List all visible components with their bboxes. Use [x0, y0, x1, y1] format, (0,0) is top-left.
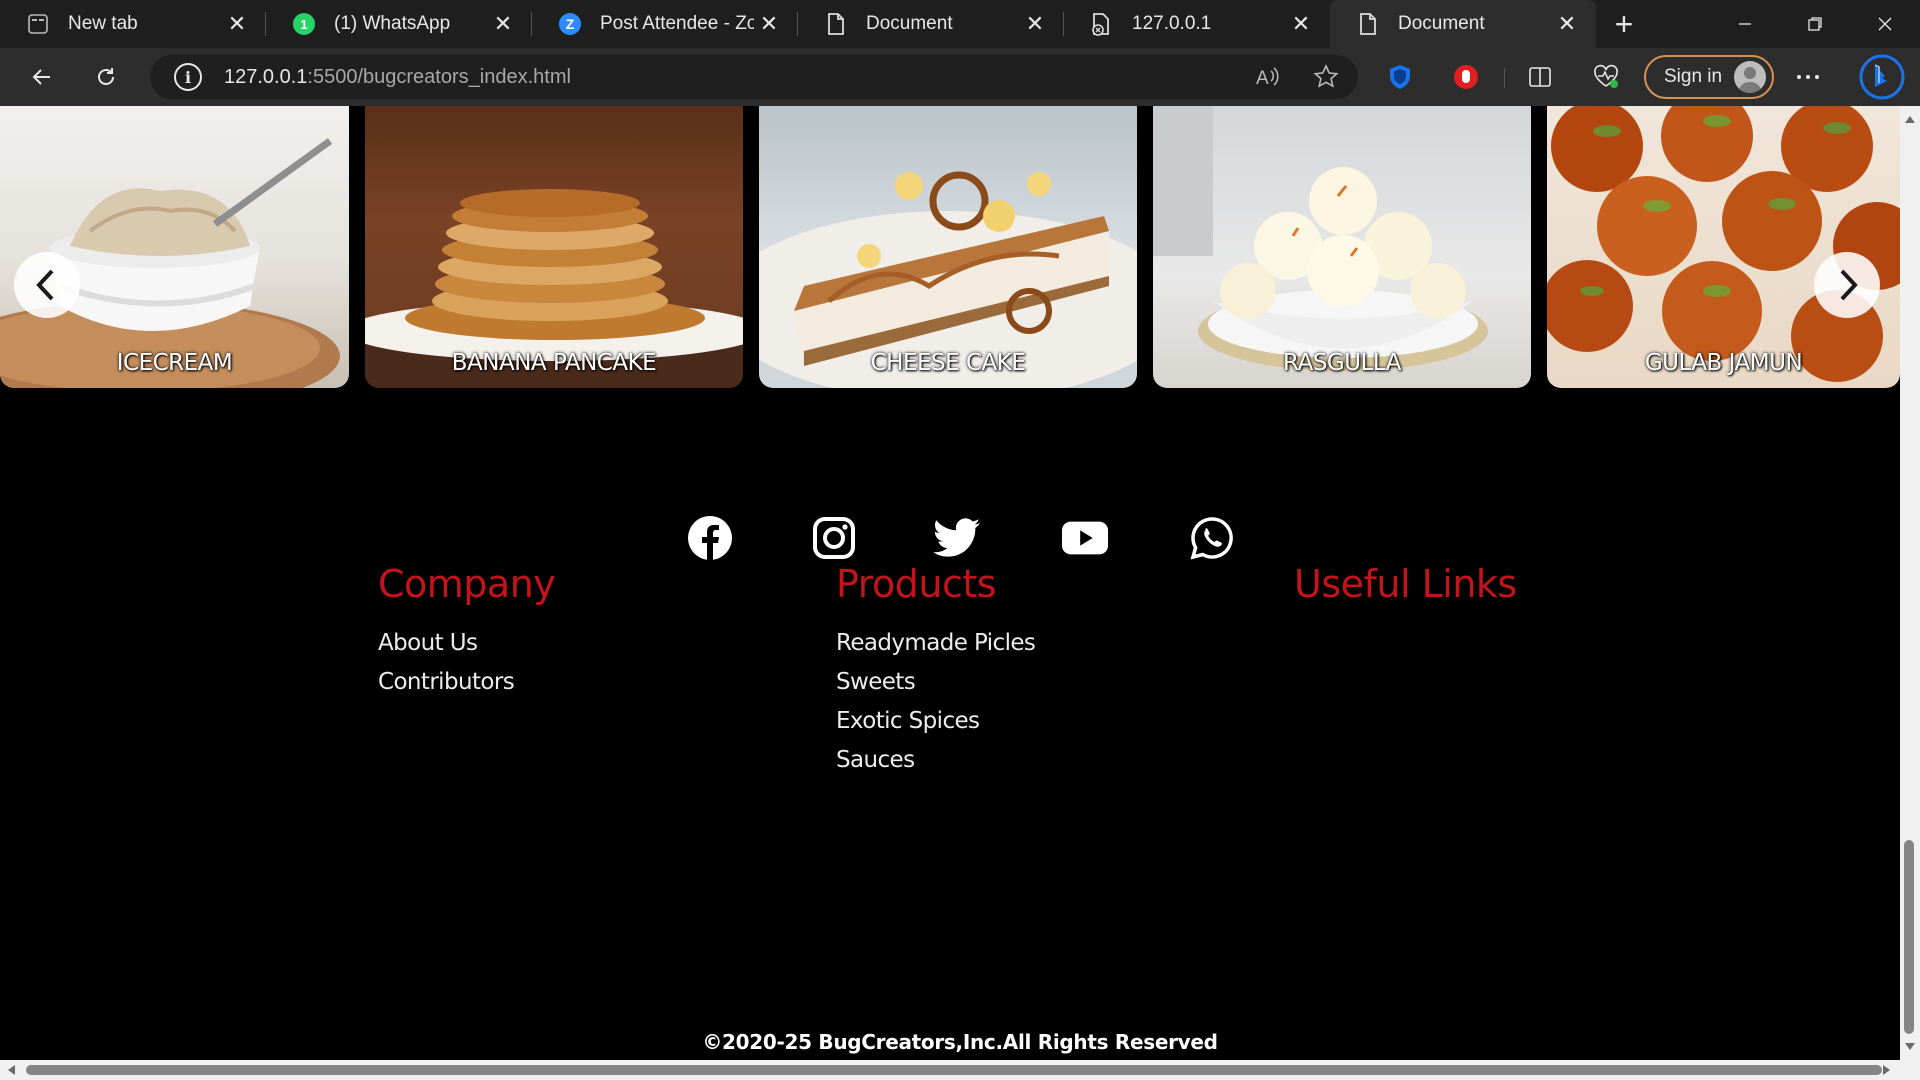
chevron-left-icon: [36, 269, 54, 301]
carousel-caption: GULAB JAMUN: [1644, 350, 1803, 376]
scroll-down-arrow-icon[interactable]: [1904, 1042, 1916, 1052]
footer-company-title: Company: [378, 562, 556, 606]
cheesecake-image: [759, 171, 1137, 388]
whatsapp-icon[interactable]: [1188, 514, 1236, 562]
carousel-card-icecream[interactable]: ICECREAM: [0, 106, 349, 388]
footer-link-about-us[interactable]: About Us: [378, 624, 555, 663]
tab-whatsapp[interactable]: 1 (1) WhatsApp ✕: [266, 0, 532, 48]
carousel-card-gulab-jamun[interactable]: GULAB JAMUN: [1547, 106, 1900, 388]
close-icon[interactable]: ✕: [754, 9, 784, 39]
carousel-card-cheese-cake[interactable]: CHEESE CAKE: [759, 106, 1137, 388]
tab-label: Document: [1398, 13, 1485, 34]
close-window-button[interactable]: [1850, 0, 1920, 48]
minimize-button[interactable]: [1710, 0, 1780, 48]
gulab-jamun-image: [1547, 106, 1900, 382]
svg-text:1: 1: [300, 17, 307, 32]
footer-products-column: Products Readymade Picles Sweets Exotic …: [836, 562, 1036, 780]
bing-copilot-icon[interactable]: [1856, 51, 1908, 103]
more-options-icon[interactable]: [1786, 55, 1830, 99]
sign-in-label: Sign in: [1664, 66, 1723, 87]
close-icon[interactable]: ✕: [1286, 9, 1316, 39]
document-icon: [1356, 12, 1380, 36]
split-screen-icon[interactable]: [1518, 55, 1562, 99]
footer-products-title: Products: [836, 562, 997, 606]
facebook-icon[interactable]: [686, 514, 734, 562]
footer-link-readymade-pickles[interactable]: Readymade Picles: [836, 624, 1036, 663]
scroll-right-arrow-icon[interactable]: [1882, 1064, 1892, 1076]
document-icon: [1090, 12, 1114, 36]
carousel-caption: BANANA PANCAKE: [451, 350, 657, 376]
shield-extension-icon[interactable]: [1378, 55, 1422, 99]
tab-zoom[interactable]: Z Post Attendee - Zoom ✕: [532, 0, 798, 48]
tab-document[interactable]: Document ✕: [798, 0, 1064, 48]
carousel-next-button[interactable]: [1814, 252, 1880, 318]
address-bar[interactable]: i 127.0.0.1:5500/bugcreators_index.html …: [150, 55, 1358, 99]
tab-document-active[interactable]: Document ✕: [1330, 0, 1596, 48]
footer-link-contributors[interactable]: Contributors: [378, 663, 555, 702]
tab-label: New tab: [68, 13, 138, 34]
restore-button[interactable]: [1780, 0, 1850, 48]
back-button[interactable]: [20, 55, 64, 99]
carousel-caption: ICECREAM: [116, 350, 233, 376]
horizontal-scrollbar[interactable]: [0, 1060, 1900, 1080]
twitter-icon[interactable]: [933, 514, 981, 562]
tab-new-tab[interactable]: New tab ✕: [0, 0, 266, 48]
vertical-scroll-thumb[interactable]: [1904, 840, 1914, 1034]
close-icon[interactable]: ✕: [488, 9, 518, 39]
close-icon[interactable]: ✕: [1020, 9, 1050, 39]
browser-essentials-icon[interactable]: [1584, 55, 1628, 99]
tab-label: Document: [866, 13, 953, 34]
page-viewport: ICECREAM BANANA PANCAKE CHEESE CAKE RASG…: [0, 106, 1900, 1060]
youtube-icon[interactable]: [1061, 514, 1109, 562]
vertical-scrollbar[interactable]: [1900, 106, 1920, 1060]
tab-label: (1) WhatsApp: [334, 13, 451, 34]
carousel-caption: RASGULLA: [1283, 350, 1401, 376]
footer-link-sweets[interactable]: Sweets: [836, 663, 1035, 702]
tab-label: Post Attendee - Zoom: [600, 13, 754, 34]
chevron-right-icon: [1840, 269, 1858, 301]
favorite-star-icon[interactable]: [1312, 63, 1340, 96]
newtab-icon: [26, 12, 50, 36]
rasgulla-image: [1153, 106, 1488, 371]
carousel-card-banana-pancake[interactable]: BANANA PANCAKE: [365, 106, 743, 388]
scroll-up-arrow-icon[interactable]: [1904, 114, 1916, 124]
carousel-card-rasgulla[interactable]: RASGULLA: [1153, 106, 1531, 388]
svg-text:A: A: [1256, 68, 1269, 89]
copyright-text: ©2020-25 BugCreators,Inc.All Rights Rese…: [702, 1030, 1218, 1054]
url-text[interactable]: 127.0.0.1:5500/bugcreators_index.html: [224, 66, 571, 89]
sign-in-button[interactable]: Sign in: [1644, 55, 1774, 99]
carousel-prev-button[interactable]: [14, 252, 80, 318]
tab-label: 127.0.0.1: [1132, 13, 1212, 34]
new-tab-button[interactable]: +: [1596, 0, 1652, 48]
url-host: 127.0.0.1: [224, 65, 308, 88]
avatar-icon: [1734, 61, 1766, 93]
close-icon[interactable]: ✕: [222, 9, 252, 39]
whatsapp-icon: 1: [292, 12, 316, 36]
url-path: :5500/bugcreators_index.html: [307, 65, 571, 88]
footer-link-sauces[interactable]: Sauces: [836, 741, 1035, 780]
tab-localhost[interactable]: 127.0.0.1 ✕: [1064, 0, 1330, 48]
instagram-icon[interactable]: [810, 514, 858, 562]
stop-hand-extension-icon[interactable]: [1444, 55, 1488, 99]
carousel-caption: CHEESE CAKE: [870, 350, 1026, 376]
zoom-icon: Z: [558, 12, 582, 36]
close-icon[interactable]: ✕: [1552, 9, 1582, 39]
footer-useful-links-title: Useful Links: [1294, 562, 1517, 606]
document-icon: [824, 12, 848, 36]
tab-strip: New tab ✕ 1 (1) WhatsApp ✕ Z Post Attend…: [0, 0, 1920, 48]
horizontal-scroll-thumb[interactable]: [26, 1065, 1882, 1075]
read-aloud-icon[interactable]: A: [1254, 63, 1282, 96]
navigation-bar: i 127.0.0.1:5500/bugcreators_index.html …: [0, 48, 1920, 106]
footer-company-column: Company About Us Contributors: [378, 562, 556, 702]
footer-link-exotic-spices[interactable]: Exotic Spices: [836, 702, 1035, 741]
icecream-image: [0, 138, 340, 388]
svg-text:Z: Z: [566, 16, 575, 32]
pancake-image: [365, 189, 743, 388]
scroll-left-arrow-icon[interactable]: [6, 1064, 16, 1076]
refresh-button[interactable]: [84, 55, 128, 99]
info-icon[interactable]: i: [174, 63, 202, 91]
footer-useful-links-column: Useful Links: [1294, 562, 1517, 624]
